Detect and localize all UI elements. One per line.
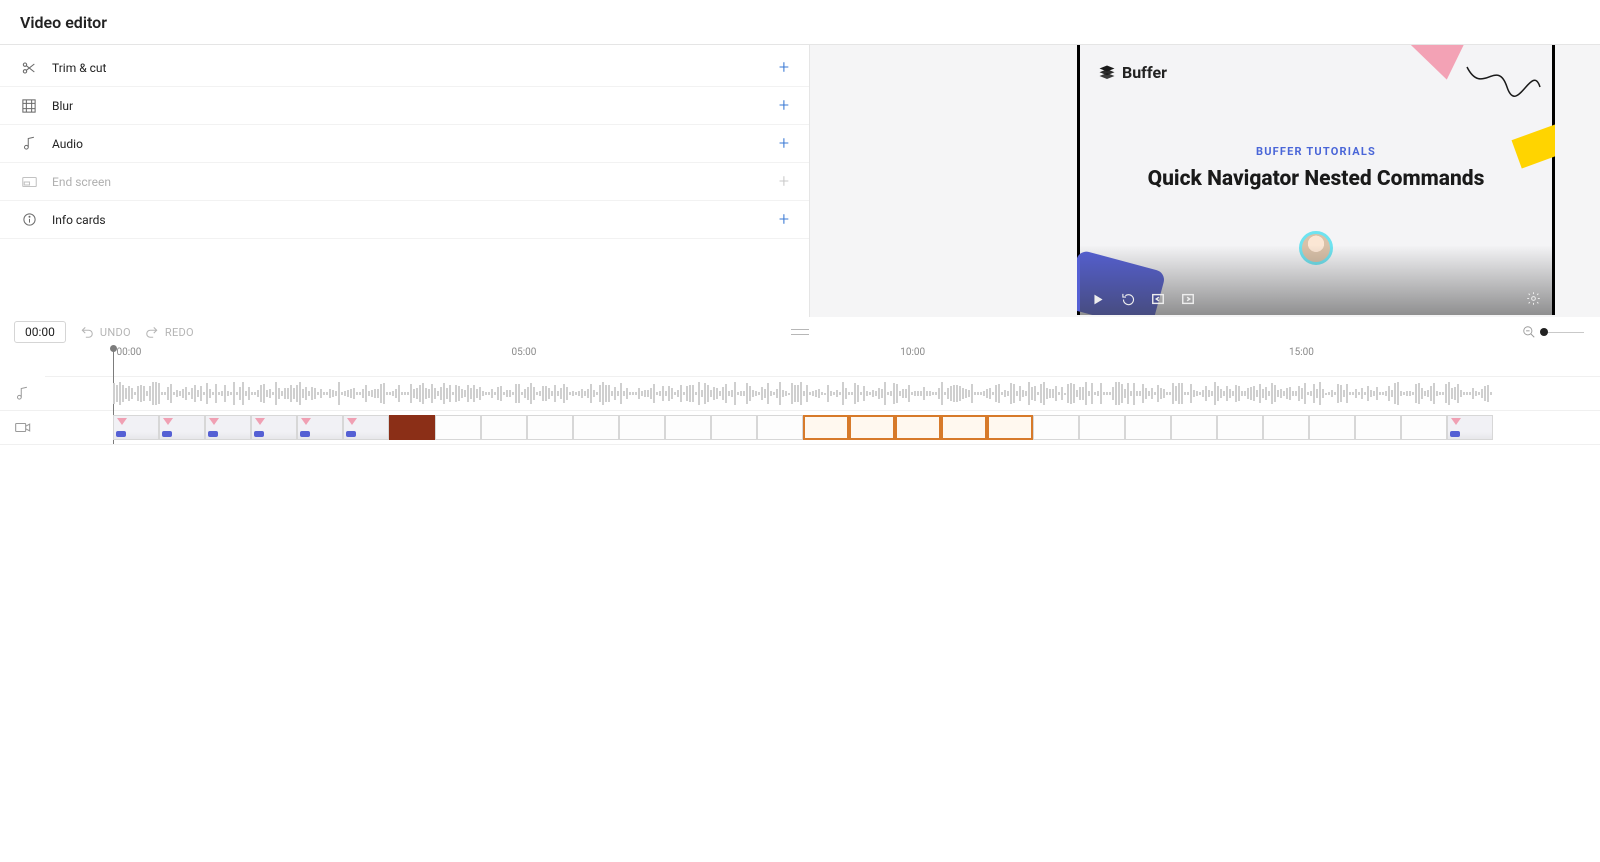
- video-thumb[interactable]: [1309, 415, 1355, 440]
- tool-label: Trim & cut: [52, 61, 779, 75]
- ruler-tick: 10:00: [900, 347, 925, 358]
- undo-label: UNDO: [100, 326, 131, 339]
- video-thumb[interactable]: [1033, 415, 1079, 440]
- rewind-icon[interactable]: [1120, 291, 1136, 307]
- video-thumb[interactable]: [1217, 415, 1263, 440]
- timeline-toolbar: 00:00 UNDO REDO: [0, 317, 1600, 347]
- tool-info-cards[interactable]: Info cards +: [0, 201, 809, 239]
- video-thumb[interactable]: [435, 415, 481, 440]
- tool-label: End screen: [52, 175, 779, 189]
- video-thumb[interactable]: [1171, 415, 1217, 440]
- video-track-icon: [0, 421, 45, 434]
- scissors-icon: [20, 59, 38, 77]
- ruler-tick: 00:00: [117, 347, 142, 358]
- tool-trim-cut[interactable]: Trim & cut +: [0, 49, 809, 87]
- redo-button[interactable]: REDO: [145, 325, 194, 339]
- video-thumb[interactable]: [1125, 415, 1171, 440]
- undo-button[interactable]: UNDO: [80, 325, 131, 339]
- video-thumb[interactable]: [619, 415, 665, 440]
- video-thumb[interactable]: [895, 415, 941, 440]
- video-thumb[interactable]: [1079, 415, 1125, 440]
- zoom-out-icon[interactable]: [1522, 325, 1536, 339]
- buffer-mark-icon: [1098, 64, 1116, 82]
- video-thumb[interactable]: [297, 415, 343, 440]
- tool-label: Blur: [52, 99, 779, 113]
- video-thumb[interactable]: [849, 415, 895, 440]
- preview-controls: [1090, 291, 1196, 307]
- audio-track-icon: [0, 386, 45, 401]
- current-time-input[interactable]: 00:00: [14, 321, 66, 343]
- tool-label: Info cards: [52, 213, 779, 227]
- page-header: Video editor: [0, 0, 1600, 45]
- ruler-tick: 05:00: [512, 347, 537, 358]
- audio-icon: [20, 135, 38, 153]
- timeline-ruler[interactable]: 00:00 05:00 10:00 15:00: [45, 347, 1600, 377]
- tool-blur[interactable]: Blur +: [0, 87, 809, 125]
- blur-icon: [20, 97, 38, 115]
- video-thumb[interactable]: [481, 415, 527, 440]
- video-thumb[interactable]: [1263, 415, 1309, 440]
- video-thumb[interactable]: [389, 415, 435, 440]
- upper-panel: Trim & cut + Blur + Audio +: [0, 45, 1600, 317]
- ruler-tick: 15:00: [1289, 347, 1314, 358]
- video-thumb[interactable]: [987, 415, 1033, 440]
- audio-waveform[interactable]: [113, 377, 1590, 410]
- frame-back-icon[interactable]: [1150, 291, 1166, 307]
- video-thumb[interactable]: [803, 415, 849, 440]
- tool-label: Audio: [52, 137, 779, 151]
- plus-icon: +: [779, 211, 789, 229]
- video-thumb[interactable]: [251, 415, 297, 440]
- video-thumb[interactable]: [205, 415, 251, 440]
- timeline-zoom: [1522, 325, 1584, 339]
- brand-logo: Buffer: [1098, 63, 1167, 82]
- video-preview[interactable]: Buffer BUFFER TUTORIALS Quick Navigator …: [1077, 45, 1555, 315]
- video-thumb[interactable]: [941, 415, 987, 440]
- info-icon: [20, 211, 38, 229]
- preview-frame: Buffer BUFFER TUTORIALS Quick Navigator …: [1080, 45, 1552, 315]
- video-thumb[interactable]: [1355, 415, 1401, 440]
- redo-label: REDO: [165, 326, 194, 339]
- tool-end-screen: End screen +: [0, 163, 809, 201]
- track-audio: [0, 377, 1600, 411]
- play-icon[interactable]: [1090, 291, 1106, 307]
- video-thumb[interactable]: [1401, 415, 1447, 440]
- video-thumb[interactable]: [573, 415, 619, 440]
- plus-icon: +: [779, 97, 789, 115]
- endscreen-icon: [20, 173, 38, 191]
- video-thumb[interactable]: [757, 415, 803, 440]
- panel-resize-handle[interactable]: [791, 329, 809, 335]
- zoom-slider[interactable]: [1544, 332, 1584, 333]
- video-thumb[interactable]: [527, 415, 573, 440]
- preview-panel: Buffer BUFFER TUTORIALS Quick Navigator …: [810, 45, 1600, 317]
- decor-squiggle: [1462, 57, 1542, 107]
- settings-icon[interactable]: [1526, 291, 1542, 307]
- frame-forward-icon[interactable]: [1180, 291, 1196, 307]
- plus-icon: +: [779, 173, 789, 191]
- tools-panel: Trim & cut + Blur + Audio +: [0, 45, 810, 317]
- tool-audio[interactable]: Audio +: [0, 125, 809, 163]
- video-thumb[interactable]: [1447, 415, 1493, 440]
- plus-icon: +: [779, 135, 789, 153]
- preview-title: Quick Navigator Nested Commands: [1080, 167, 1552, 191]
- timeline: 00:00 05:00 10:00 15:00: [0, 347, 1600, 445]
- plus-icon: +: [779, 59, 789, 77]
- track-video: [0, 411, 1600, 445]
- video-thumb[interactable]: [343, 415, 389, 440]
- video-thumb[interactable]: [711, 415, 757, 440]
- brand-name: Buffer: [1122, 63, 1167, 82]
- video-thumb[interactable]: [665, 415, 711, 440]
- preview-subtitle: BUFFER TUTORIALS: [1080, 145, 1552, 158]
- video-thumb[interactable]: [113, 415, 159, 440]
- page-title: Video editor: [20, 13, 107, 32]
- video-thumb[interactable]: [159, 415, 205, 440]
- video-thumbnails[interactable]: [113, 415, 1600, 440]
